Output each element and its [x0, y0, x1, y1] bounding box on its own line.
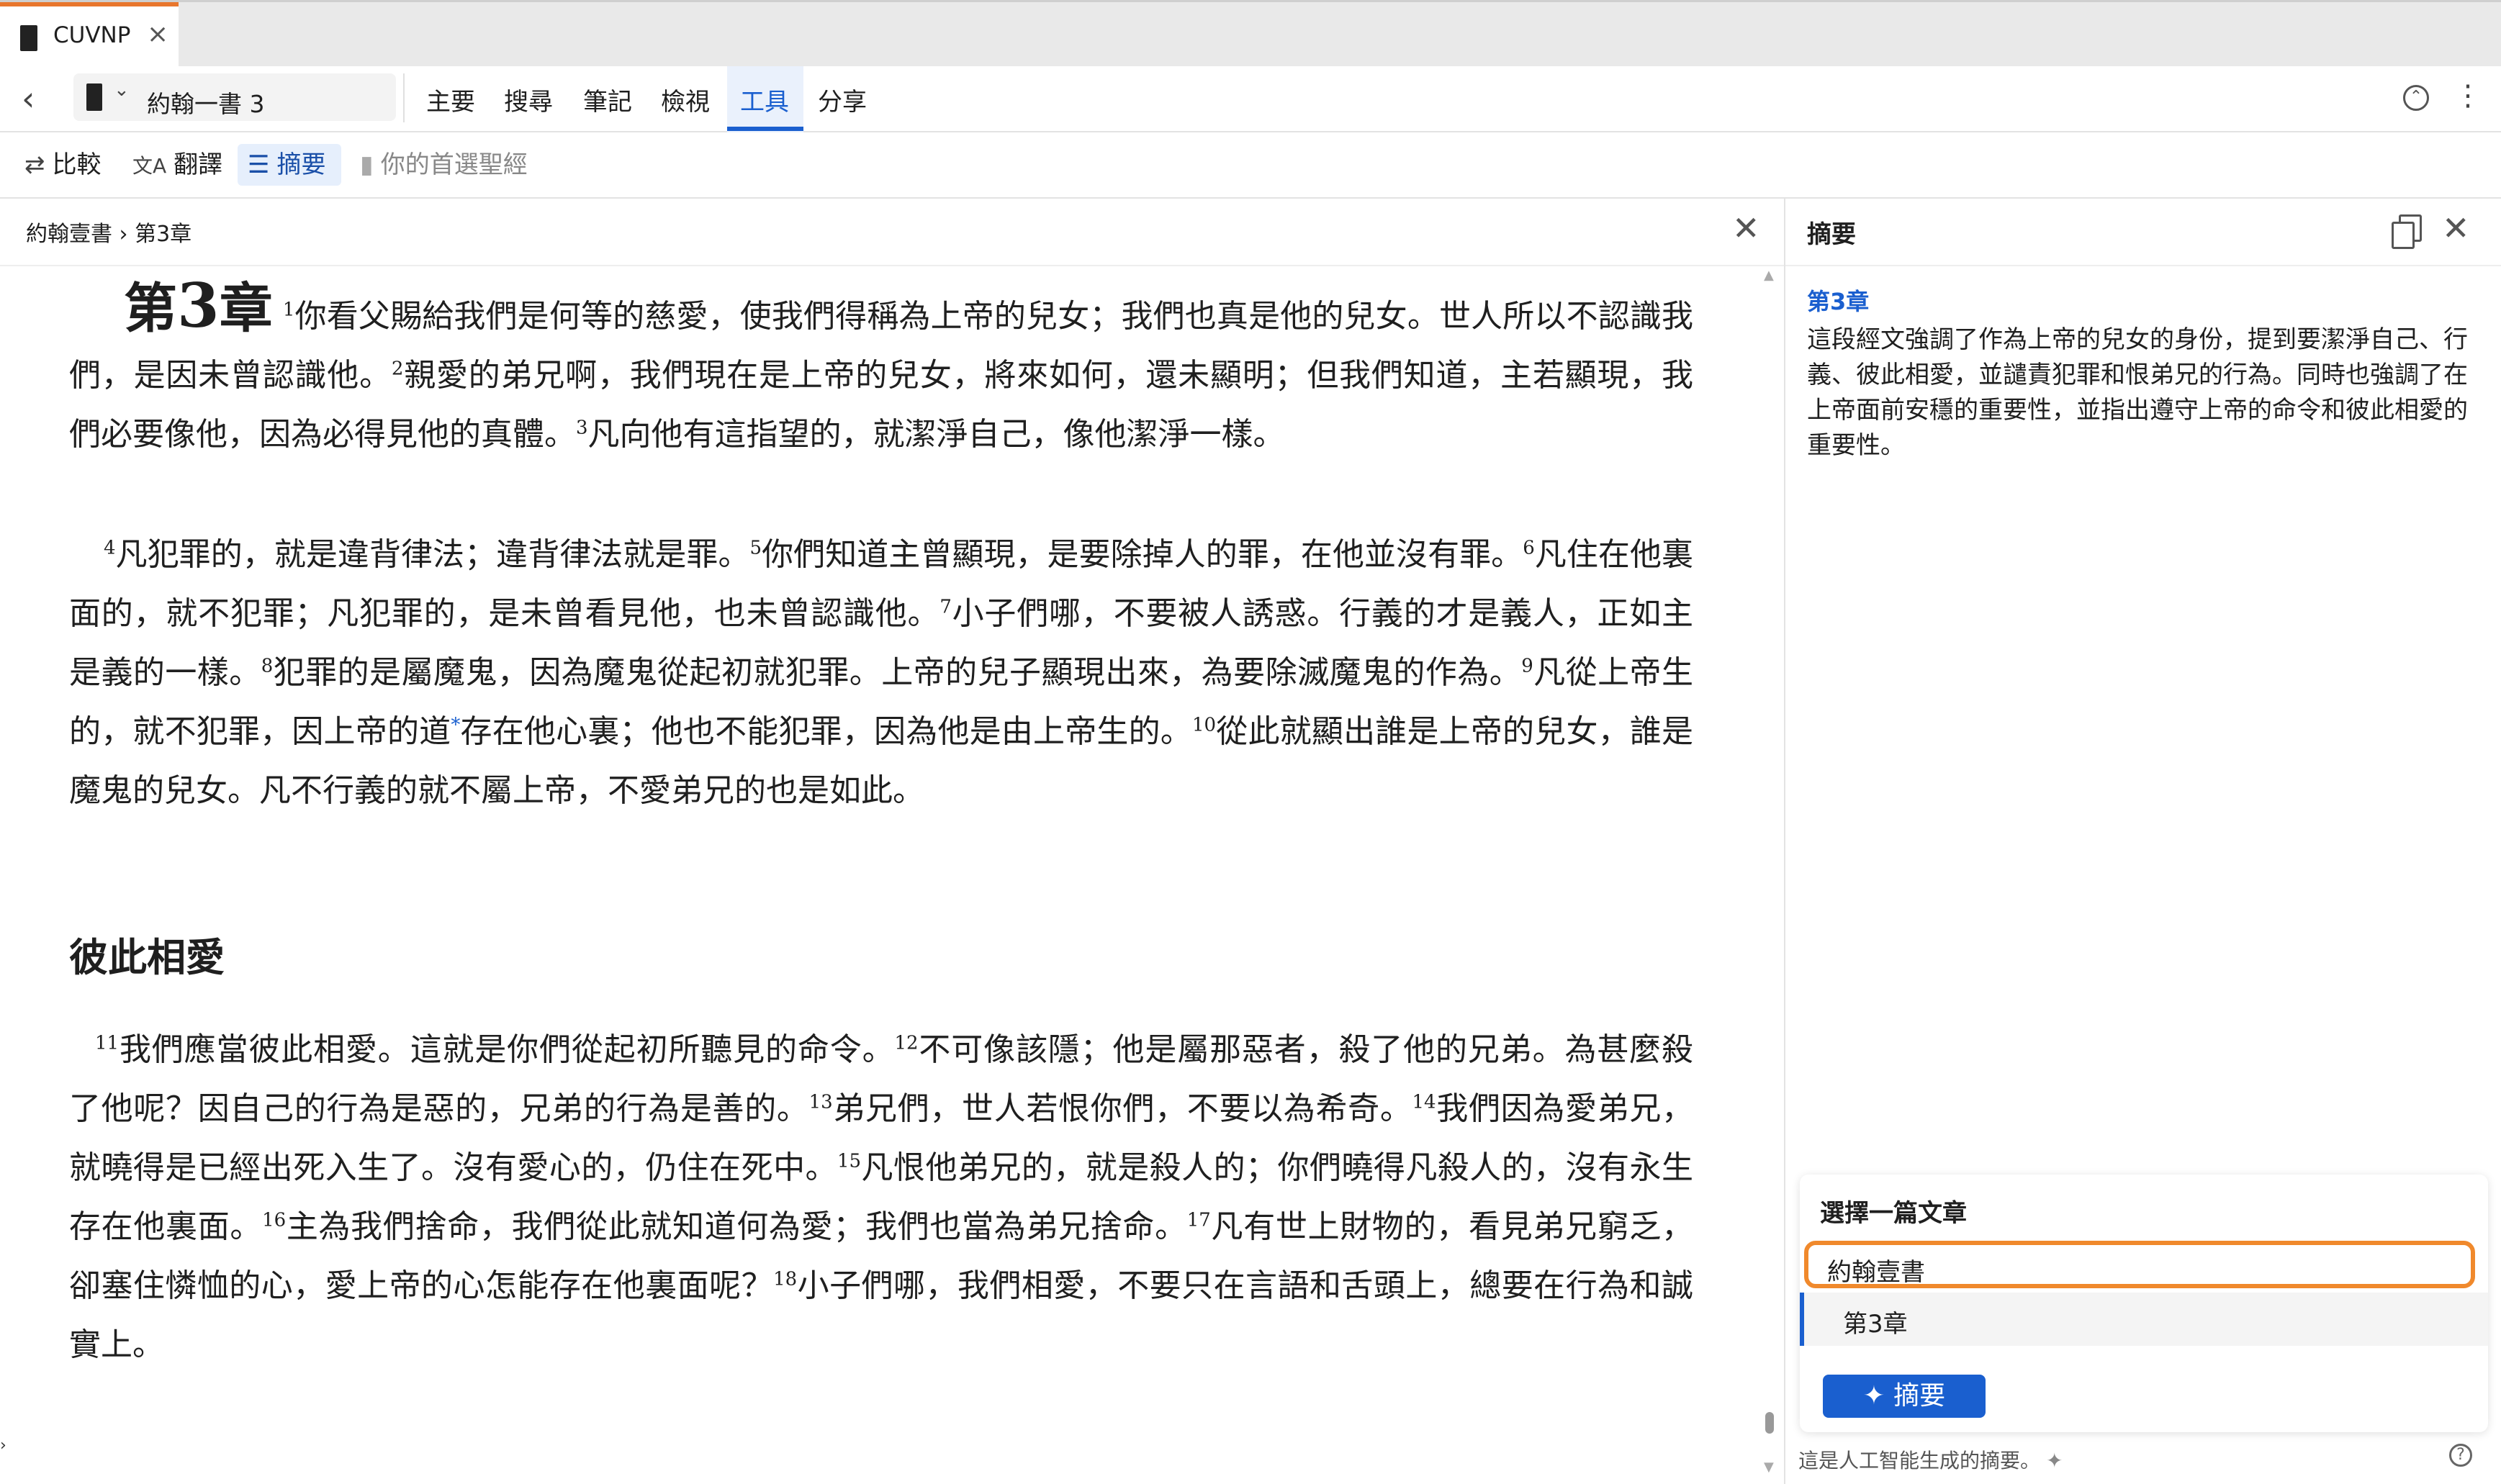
passage-picker: 選擇一篇文章 約翰壹書 第3章 ✦ 摘要 — [1800, 1175, 2488, 1432]
footnote-marker[interactable]: * — [451, 714, 460, 736]
menu-main[interactable]: 主要 — [426, 82, 475, 117]
picker-chapter-label: 第3章 — [1843, 1310, 1908, 1339]
verse-number: 13 — [808, 1091, 833, 1113]
menu-view[interactable]: 檢視 — [661, 82, 710, 117]
reader-close-icon[interactable]: ✕ — [1732, 209, 1760, 248]
tab-strip: CUVNP × — [0, 0, 2501, 68]
paragraph: 4凡犯罪的，就是違背律法；違背律法就是罪。5你們知道主曾顯現，是要除掉人的罪，在… — [69, 525, 1693, 820]
picker-chapter-option[interactable]: 第3章 — [1800, 1293, 2488, 1346]
picker-title: 選擇一篇文章 — [1820, 1199, 1967, 1228]
tab-close-icon[interactable]: × — [147, 19, 168, 49]
translate-label: 翻譯 — [174, 150, 223, 179]
translate-button[interactable]: 文A 翻譯 — [132, 144, 222, 186]
divider — [403, 73, 405, 122]
verse-text[interactable]: 主為我們捨命，我們從此就知道何為愛；我們也當為弟兄捨命。 — [286, 1208, 1187, 1245]
menu-tools[interactable]: 工具 — [740, 82, 789, 117]
verse-text[interactable]: 你們知道主曾顯現，是要除掉人的罪，在他並沒有罪。 — [762, 536, 1523, 573]
bookmark-icon: ▮ — [360, 150, 374, 179]
translate-icon: 文A — [132, 154, 167, 178]
scroll-down-arrow[interactable]: ▼ — [1764, 1460, 1774, 1475]
book-icon — [20, 25, 37, 51]
compare-icon: ⇄ — [24, 150, 45, 179]
verse-number: 5 — [749, 537, 762, 559]
collapse-toolbar-icon[interactable]: ⌃ — [2403, 85, 2429, 111]
scrollbar-thumb[interactable] — [1765, 1412, 1774, 1434]
sidebar-toggle-icon[interactable]: › — [0, 1437, 6, 1454]
menu-notes[interactable]: 筆記 — [583, 82, 632, 117]
book-selector-label: 約翰一書 3 — [147, 90, 265, 118]
paragraph: 11我們應當彼此相愛。這就是你們從起初所聽見的命令。12不可像該隱；他是屬那惡者… — [69, 1021, 1693, 1375]
active-tab-indicator — [727, 127, 803, 131]
paragraph: 第3章 1你看父賜給我們是何等的慈愛，使我們得稱為上帝的兒女；我們也真是他的兒女。… — [69, 276, 1693, 464]
preferred-bible-label: 你的首選聖經 — [380, 150, 528, 179]
summary-panel: 摘要 ✕ 第3章 這段經文強調了作為上帝的兒女的身份，提到要潔淨自己、行義、彼此… — [1785, 199, 2501, 1484]
chapter-title: 第3章 — [124, 270, 273, 341]
verse-number: 2 — [391, 358, 404, 380]
summary-tool-label: 摘要 — [276, 150, 326, 179]
verse-number: 7 — [939, 596, 952, 618]
summary-tool-button[interactable]: ☰ 摘要 — [248, 144, 325, 186]
chevron-down-icon: ⌄ — [114, 79, 130, 101]
divider — [1785, 265, 2501, 266]
scroll-up-arrow[interactable]: ▲ — [1764, 268, 1774, 283]
verse-number: 8 — [261, 655, 274, 677]
summary-icon: ☰ — [248, 150, 270, 179]
picker-book-label: 約翰壹書 — [1827, 1258, 1925, 1287]
copy-icon[interactable] — [2390, 214, 2422, 249]
tab-label: CUVNP — [53, 22, 131, 48]
help-icon[interactable]: ? — [2449, 1444, 2472, 1467]
summarize-button[interactable]: ✦ 摘要 — [1823, 1375, 1986, 1418]
main-toolbar: ‹ ⌄ 約翰一書 3 主要 搜尋 筆記 檢視 工具 分享 ⌃ ⋮ — [0, 66, 2501, 132]
verse-number: 18 — [773, 1268, 798, 1290]
summarize-button-label: 摘要 — [1893, 1381, 1946, 1411]
verse-text[interactable]: 存在他心裏；他也不能犯罪，因為他是由上帝生的。 — [460, 713, 1192, 750]
summary-chapter-link[interactable]: 第3章 — [1807, 284, 1869, 317]
verse-text[interactable]: 我們應當彼此相愛。這就是你們從起初所聽見的命令。 — [119, 1031, 894, 1068]
verse-number: 15 — [837, 1150, 862, 1172]
summary-close-icon[interactable]: ✕ — [2442, 209, 2470, 248]
tools-bar: ⇄ 比較 文A 翻譯 ☰ 摘要 ▮ 你的首選聖經 — [0, 132, 2501, 199]
reader-pane: 約翰壹書 › 第3章 ✕ 第3章 1你看父賜給我們是何等的慈愛，使我們得稱為上帝的… — [0, 199, 1784, 1484]
book-selector[interactable]: ⌄ 約翰一書 3 — [73, 73, 396, 121]
divider — [0, 265, 1784, 266]
verse-number: 17 — [1186, 1209, 1211, 1231]
verse-number: 3 — [576, 417, 588, 439]
document-tab[interactable]: CUVNP × — [0, 2, 179, 68]
verse-number: 1 — [282, 299, 295, 321]
verse-text[interactable]: 凡犯罪的，就是違背律法；違背律法就是罪。 — [116, 536, 750, 573]
summary-text: 這段經文強調了作為上帝的兒女的身份，提到要潔淨自己、行義、彼此相愛，並譴責犯罪和… — [1807, 325, 2468, 460]
back-button[interactable]: ‹ — [22, 79, 35, 118]
section-heading: 彼此相愛 — [69, 934, 225, 980]
verse-text[interactable]: 犯罪的是屬魔鬼，因為魔鬼從起初就犯罪。上帝的兒子顯現出來，為要除滅魔鬼的作為。 — [273, 654, 1521, 691]
compare-button[interactable]: ⇄ 比較 — [24, 144, 102, 186]
menu-share[interactable]: 分享 — [818, 82, 867, 117]
summary-panel-title: 摘要 — [1807, 220, 1856, 249]
more-options-icon[interactable]: ⋮ — [2453, 79, 2482, 112]
verse-number: 6 — [1523, 537, 1535, 559]
picker-book-option[interactable]: 約翰壹書 — [1804, 1241, 2475, 1288]
verse-number: 4 — [104, 537, 116, 559]
preferred-bible-button[interactable]: ▮ 你的首選聖經 — [360, 144, 528, 186]
sparkle-icon: ✦ — [2046, 1449, 2063, 1472]
book-icon — [86, 83, 102, 111]
sparkle-icon: ✦ — [1862, 1381, 1885, 1411]
verse-number: 12 — [894, 1032, 919, 1054]
verse-number: 11 — [95, 1032, 120, 1054]
verse-text[interactable]: 凡向他有這指望的，就潔淨自己，像他潔淨一樣。 — [588, 416, 1285, 453]
breadcrumb[interactable]: 約翰壹書 › 第3章 — [26, 216, 191, 248]
verse-text[interactable]: 弟兄們，世人若恨你們，不要以為希奇。 — [833, 1090, 1412, 1127]
verse-number: 9 — [1521, 655, 1533, 677]
compare-label: 比較 — [52, 150, 102, 179]
ai-disclaimer: 這是人工智能生成的摘要。 ✦ — [1798, 1449, 2063, 1472]
verse-number: 16 — [262, 1209, 287, 1231]
verse-number: 10 — [1192, 714, 1217, 736]
verse-number: 14 — [1412, 1091, 1436, 1113]
menu-search[interactable]: 搜尋 — [504, 82, 553, 117]
